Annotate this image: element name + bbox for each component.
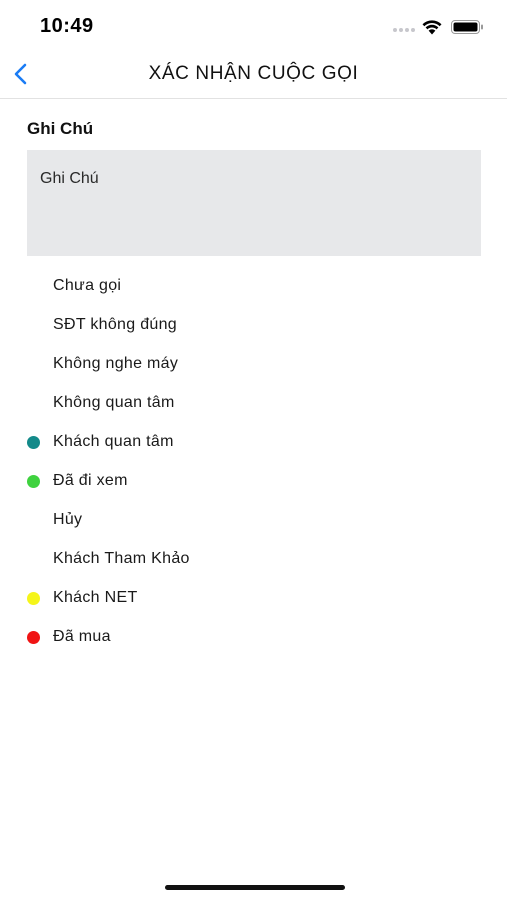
note-label: Ghi Chú (27, 119, 94, 138)
note-box (27, 150, 481, 256)
status-option-huy[interactable]: Hủy (0, 501, 507, 540)
status-option-label: Chưa gọi (53, 277, 122, 294)
home-indicator[interactable] (165, 885, 345, 890)
status-option-label: Không quan tâm (53, 394, 175, 411)
wifi-icon (422, 20, 442, 35)
status-option-khach-net[interactable]: Khách NET (0, 579, 507, 618)
status-option-da-di-xem[interactable]: Đã đi xem (0, 462, 507, 501)
status-option-label: Đã đi xem (53, 472, 128, 489)
status-option-khach-tham-khao[interactable]: Khách Tham Khảo (0, 540, 507, 579)
status-dot-icon (27, 631, 40, 644)
page-title: XÁC NHẬN CUỘC GỌI (148, 63, 359, 84)
status-option-sdt-khong-dung[interactable]: SĐT không đúng (0, 306, 507, 345)
status-option-label: SĐT không đúng (53, 316, 177, 333)
nav-bar: XÁC NHẬN CUỘC GỌI (0, 52, 507, 99)
status-option-khong-quan-tam[interactable]: Không quan tâm (0, 384, 507, 423)
status-option-label: Khách Tham Khảo (53, 550, 190, 567)
status-time: 10:49 (40, 15, 94, 37)
status-list: Chưa gọi SĐT không đúng Không nghe máy K… (0, 267, 507, 657)
status-option-da-mua[interactable]: Đã mua (0, 618, 507, 657)
status-dot-icon (27, 436, 40, 449)
note-input[interactable] (40, 170, 468, 236)
status-dot-icon (27, 475, 40, 488)
status-option-label: Đã mua (53, 628, 111, 645)
signal-dots-icon (393, 28, 415, 33)
status-option-khong-nghe-may[interactable]: Không nghe máy (0, 345, 507, 384)
status-bar: 10:49 (0, 0, 507, 52)
status-option-khach-quan-tam[interactable]: Khách quan tâm (0, 423, 507, 462)
status-option-label: Khách quan tâm (53, 433, 174, 450)
status-option-label: Khách NET (53, 589, 138, 606)
status-option-label: Không nghe máy (53, 355, 179, 372)
status-dot-icon (27, 592, 40, 605)
status-option-label: Hủy (53, 511, 83, 528)
battery-icon (451, 20, 483, 34)
status-option-chua-goi[interactable]: Chưa gọi (0, 267, 507, 306)
